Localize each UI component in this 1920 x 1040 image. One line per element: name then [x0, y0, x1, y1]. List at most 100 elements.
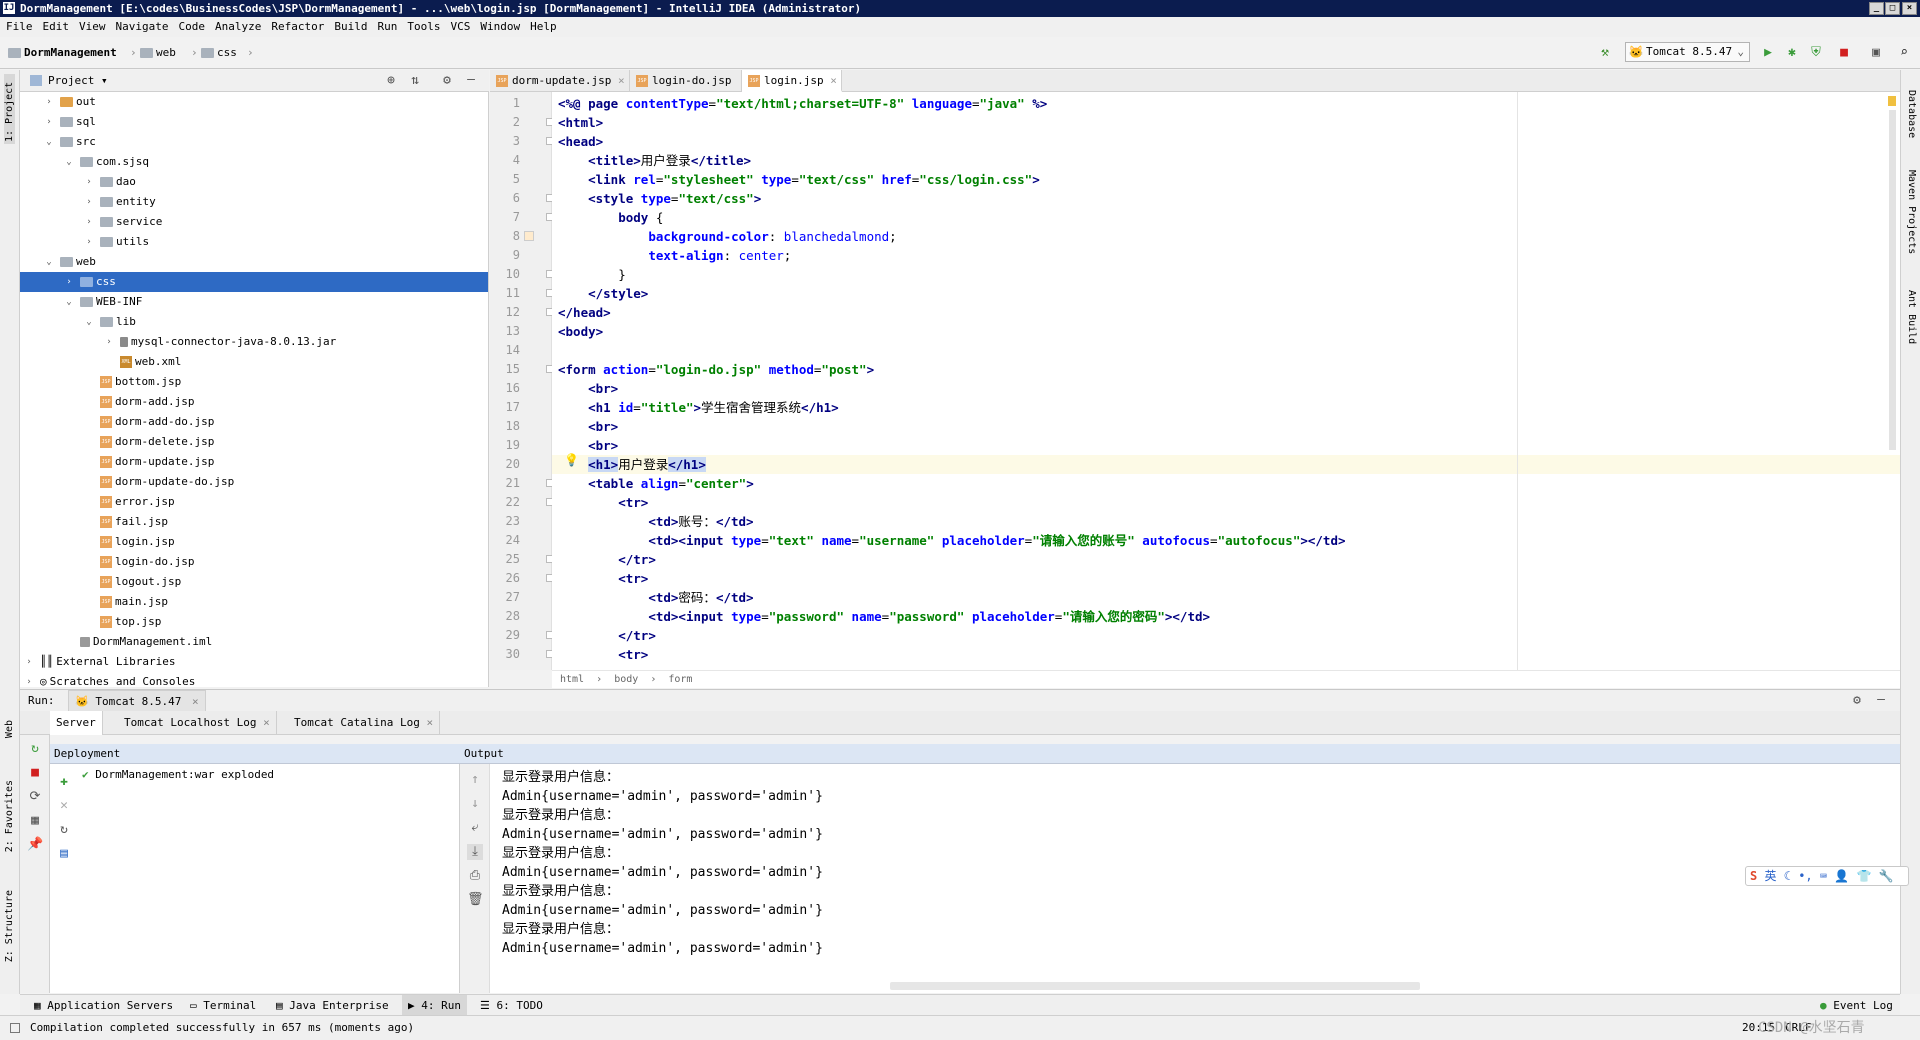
tree-item[interactable]: JSPdorm-add.jsp: [20, 392, 489, 412]
menu-window[interactable]: Window: [480, 20, 520, 33]
terminal-button[interactable]: ▭ Terminal: [190, 995, 256, 1016]
tree-item[interactable]: JSPfail.jsp: [20, 512, 489, 532]
tree-item[interactable]: ⌄src: [20, 132, 489, 152]
print-icon[interactable]: ⎙: [467, 868, 483, 884]
project-tree[interactable]: ›out›sql⌄src⌄com.sjsq›dao›entity›service…: [20, 92, 489, 687]
editor-tab[interactable]: JSPlogin.jsp ×: [742, 70, 842, 92]
chevron-down-icon[interactable]: ⌄: [64, 152, 74, 172]
tree-item[interactable]: JSPerror.jsp: [20, 492, 489, 512]
search-everywhere-icon[interactable]: ⌕: [1896, 45, 1912, 61]
chevron-right-icon[interactable]: ›: [64, 272, 74, 292]
tree-item[interactable]: ⌄lib: [20, 312, 489, 332]
editor-crumb-html[interactable]: html: [560, 674, 584, 685]
editor-gutter[interactable]: 1234567891011121314151617181920212223242…: [490, 92, 552, 670]
chevron-right-icon[interactable]: ›: [44, 112, 54, 132]
status-toggle-icon[interactable]: [10, 1023, 20, 1033]
chevron-right-icon[interactable]: ›: [84, 232, 94, 252]
close-tab-icon[interactable]: ×: [192, 695, 199, 708]
tree-item[interactable]: DormManagement.iml: [20, 632, 489, 652]
chevron-down-icon[interactable]: ⌄: [44, 132, 54, 152]
tree-item[interactable]: JSPtop.jsp: [20, 612, 489, 632]
breadcrumb-css[interactable]: css: [201, 46, 237, 59]
chevron-right-icon[interactable]: ›: [24, 672, 34, 687]
application-servers-button[interactable]: ▦ Application Servers: [34, 995, 173, 1016]
tree-item[interactable]: ⌄web: [20, 252, 489, 272]
warning-stripe-marker[interactable]: [1888, 96, 1896, 106]
menu-vcs[interactable]: VCS: [450, 20, 470, 33]
tree-item[interactable]: JSPdorm-add-do.jsp: [20, 412, 489, 432]
todo-button[interactable]: ☰ 6: TODO: [480, 995, 543, 1016]
web-tool-button[interactable]: Web: [4, 720, 15, 738]
chevron-right-icon[interactable]: ›: [84, 172, 94, 192]
hide-panel-icon[interactable]: —: [463, 72, 479, 88]
deploy-artifact-icon[interactable]: ▤: [56, 846, 72, 862]
maximize-button[interactable]: □: [1885, 2, 1900, 15]
tree-item[interactable]: JSPlogout.jsp: [20, 572, 489, 592]
collapse-all-icon[interactable]: ⇅: [407, 73, 423, 89]
horizontal-scrollbar[interactable]: [890, 982, 1420, 990]
chevron-right-icon[interactable]: ›: [44, 92, 54, 112]
soft-wrap-icon[interactable]: ⤶: [467, 820, 483, 836]
structure-tool-button[interactable]: Z: Structure: [4, 890, 15, 962]
editor-crumb-body[interactable]: body: [614, 674, 638, 685]
chevron-right-icon[interactable]: ›: [84, 212, 94, 232]
run-icon[interactable]: ▶: [1760, 45, 1776, 61]
menu-help[interactable]: Help: [530, 20, 557, 33]
settings-gear-icon[interactable]: ⚙: [439, 73, 455, 89]
menu-analyze[interactable]: Analyze: [215, 20, 261, 33]
clear-all-icon[interactable]: 🗑: [467, 892, 483, 908]
menu-tools[interactable]: Tools: [407, 20, 440, 33]
tree-item[interactable]: ›◎Scratches and Consoles: [20, 672, 489, 687]
tree-item[interactable]: ›utils: [20, 232, 489, 252]
breadcrumb-web[interactable]: web: [140, 46, 176, 59]
close-tab-icon[interactable]: ×: [611, 74, 624, 87]
punctuation-icon[interactable]: •,: [1798, 869, 1812, 883]
ime-language[interactable]: 英: [1764, 869, 1776, 883]
deploy-add-icon[interactable]: ✚: [56, 774, 72, 790]
coverage-icon[interactable]: ⛨: [1808, 45, 1824, 61]
run-settings-gear-icon[interactable]: ⚙: [1849, 693, 1865, 709]
run-config-tab[interactable]: 🐱 Tomcat 8.5.47 ×: [68, 690, 206, 712]
tab-tomcat-localhost-log[interactable]: Tomcat Localhost Log ×: [104, 711, 277, 735]
tree-item[interactable]: JSPbottom.jsp: [20, 372, 489, 392]
editor-tab[interactable]: JSPdorm-update.jsp ×: [490, 70, 630, 92]
database-tool-button[interactable]: Database: [1906, 90, 1917, 138]
moon-icon[interactable]: ☾: [1784, 869, 1791, 883]
build-hammer-icon[interactable]: ⚒: [1597, 45, 1613, 61]
menu-refactor[interactable]: Refactor: [271, 20, 324, 33]
project-tool-button[interactable]: 1: Project: [4, 74, 15, 144]
user-icon[interactable]: 👤: [1834, 869, 1849, 883]
close-tab-icon[interactable]: ×: [824, 74, 837, 87]
scroll-down-icon[interactable]: ↓: [467, 796, 483, 812]
chevron-down-icon[interactable]: ⌄: [44, 252, 54, 272]
menu-edit[interactable]: Edit: [43, 20, 70, 33]
minimize-button[interactable]: _: [1869, 2, 1884, 15]
output-console[interactable]: 显示登录用户信息：Admin{username='admin', passwor…: [490, 764, 1900, 993]
tree-item[interactable]: JSPdorm-delete.jsp: [20, 432, 489, 452]
tree-item[interactable]: ⌄com.sjsq: [20, 152, 489, 172]
debug-icon[interactable]: ✱: [1784, 45, 1800, 61]
color-swatch-icon[interactable]: [524, 231, 534, 241]
project-view-selector[interactable]: Project ▾: [48, 70, 108, 92]
tree-item[interactable]: ›service: [20, 212, 489, 232]
tree-item[interactable]: JSPdorm-update.jsp: [20, 452, 489, 472]
refresh-deploy-icon[interactable]: ↻: [56, 822, 72, 838]
menu-build[interactable]: Build: [334, 20, 367, 33]
stop-icon[interactable]: ■: [1836, 45, 1852, 61]
deployment-item[interactable]: ✔ DormManagement:war exploded: [82, 768, 274, 781]
scroll-up-icon[interactable]: ↑: [467, 772, 483, 788]
menu-run[interactable]: Run: [377, 20, 397, 33]
vertical-scrollbar[interactable]: [1889, 110, 1896, 450]
undeploy-icon[interactable]: ✕: [56, 798, 72, 814]
tree-item[interactable]: ›sql: [20, 112, 489, 132]
tree-item[interactable]: JSPdorm-update-do.jsp: [20, 472, 489, 492]
ime-toolbar[interactable]: S 英 ☾ •, ⌨ 👤 👕 🔧: [1745, 866, 1909, 886]
tab-tomcat-catalina-log[interactable]: Tomcat Catalina Log ×: [274, 711, 440, 735]
chevron-down-icon[interactable]: ⌄: [64, 292, 74, 312]
tree-item[interactable]: JSPlogin-do.jsp: [20, 552, 489, 572]
tree-item[interactable]: JSPmain.jsp: [20, 592, 489, 612]
menu-view[interactable]: View: [79, 20, 106, 33]
layout-icon[interactable]: ▦: [27, 813, 43, 829]
tree-item[interactable]: ›║║External Libraries: [20, 652, 489, 672]
keyboard-icon[interactable]: ⌨: [1820, 869, 1827, 883]
